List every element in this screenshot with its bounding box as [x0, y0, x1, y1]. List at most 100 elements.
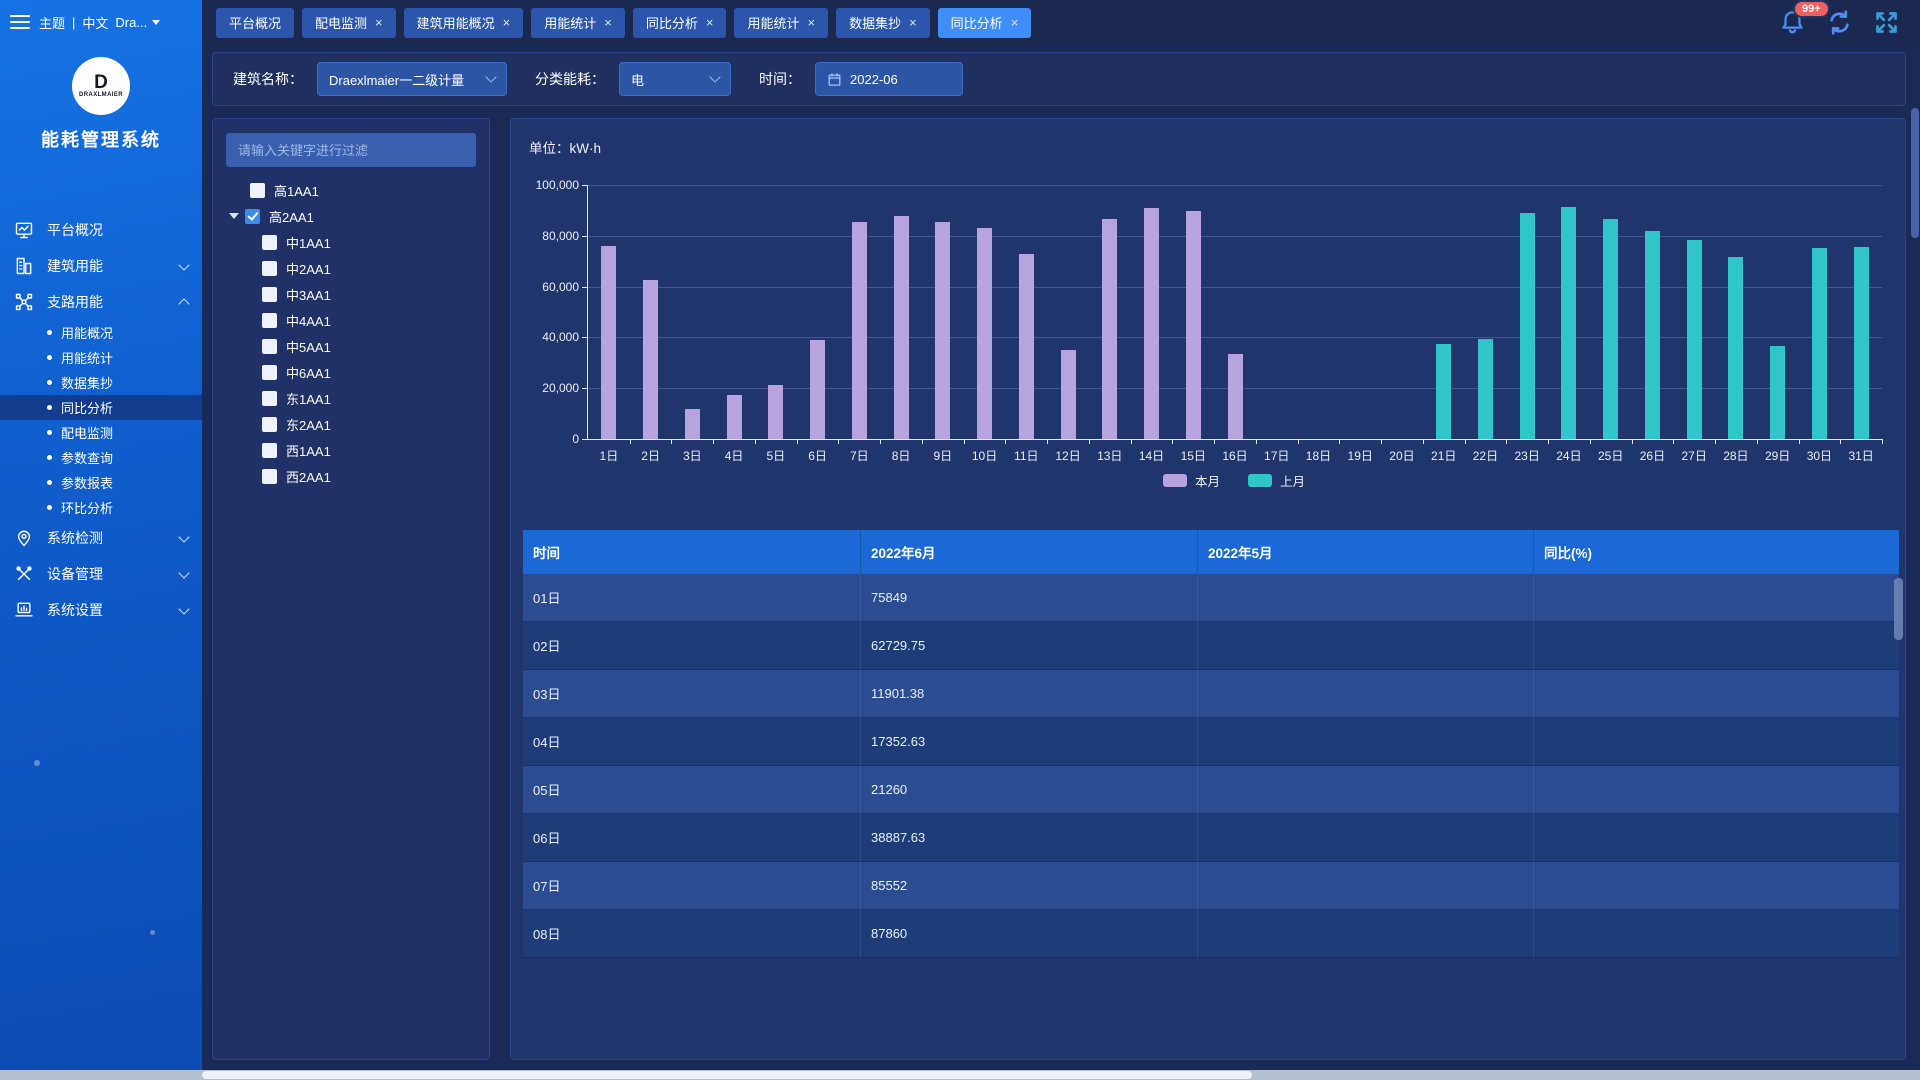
checkbox[interactable] [245, 209, 260, 224]
bar-本月-15日[interactable] [1186, 211, 1201, 439]
checkbox[interactable] [262, 391, 277, 406]
bar-上月-27日[interactable] [1687, 240, 1702, 439]
bar-本月-12日[interactable] [1061, 350, 1076, 439]
sidebar-subitem-环比分析[interactable]: 环比分析 [0, 495, 202, 520]
sidebar-item-支路用能[interactable]: 支路用能 [0, 284, 202, 320]
bar-本月-11日[interactable] [1019, 254, 1034, 439]
checkbox[interactable] [262, 443, 277, 458]
table-header-cell[interactable]: 2022年5月 [1198, 530, 1534, 574]
sidebar-item-系统检测[interactable]: 系统检测 [0, 520, 202, 556]
bar-本月-6日[interactable] [810, 340, 825, 439]
theme-link[interactable]: 主题 [39, 13, 65, 32]
sidebar-item-系统设置[interactable]: 系统设置 [0, 592, 202, 628]
table-header-cell[interactable]: 同比(%) [1534, 530, 1899, 574]
refresh-icon[interactable] [1826, 9, 1853, 36]
bar-上月-30日[interactable] [1812, 248, 1827, 439]
sidebar-subitem-数据集抄[interactable]: 数据集抄 [0, 370, 202, 395]
tab-item[interactable]: 用能统计× [734, 8, 828, 38]
bar-本月-2日[interactable] [643, 280, 658, 439]
date-picker[interactable]: 2022-06 [815, 62, 963, 96]
table-row[interactable]: 08日87860 [523, 910, 1899, 958]
sidebar-subitem-同比分析[interactable]: 同比分析 [0, 395, 202, 420]
bar-上月-21日[interactable] [1436, 344, 1451, 440]
close-icon[interactable]: × [375, 16, 383, 29]
hamburger-menu-icon[interactable] [10, 15, 30, 29]
table-row[interactable]: 04日17352.63 [523, 718, 1899, 766]
sidebar-subitem-用能统计[interactable]: 用能统计 [0, 345, 202, 370]
bar-本月-1日[interactable] [601, 246, 616, 439]
table-row[interactable]: 06日38887.63 [523, 814, 1899, 862]
tree-node-西1AA1[interactable]: 西1AA1 [213, 437, 489, 463]
tab-item[interactable]: 数据集抄× [836, 8, 930, 38]
table-header-cell[interactable]: 时间 [523, 530, 861, 574]
tree-filter-input[interactable] [226, 133, 476, 167]
sidebar-subitem-用能概况[interactable]: 用能概况 [0, 320, 202, 345]
tab-item[interactable]: 用能统计× [531, 8, 625, 38]
table-scrollbar[interactable] [1894, 578, 1903, 962]
bar-上月-28日[interactable] [1728, 257, 1743, 439]
sidebar-item-建筑用能[interactable]: 建筑用能 [0, 248, 202, 284]
bar-上月-24日[interactable] [1561, 207, 1576, 439]
sidebar-item-设备管理[interactable]: 设备管理 [0, 556, 202, 592]
sidebar-subitem-配电监测[interactable]: 配电监测 [0, 420, 202, 445]
category-select[interactable]: 电 [619, 62, 731, 96]
bar-本月-9日[interactable] [935, 222, 950, 439]
close-icon[interactable]: × [909, 16, 917, 29]
bar-上月-31日[interactable] [1854, 247, 1869, 439]
bar-本月-13日[interactable] [1102, 219, 1117, 439]
close-icon[interactable]: × [1011, 16, 1019, 29]
sidebar-subitem-参数查询[interactable]: 参数查询 [0, 445, 202, 470]
tab-item[interactable]: 建筑用能概况× [404, 8, 524, 38]
notification-bell[interactable]: 99+ [1779, 9, 1806, 36]
bar-本月-5日[interactable] [768, 385, 783, 439]
tab-item[interactable]: 平台概况 [216, 8, 294, 38]
bar-上月-26日[interactable] [1645, 231, 1660, 439]
table-header-cell[interactable]: 2022年6月 [861, 530, 1198, 574]
fullscreen-icon[interactable] [1873, 9, 1900, 36]
bar-上月-23日[interactable] [1520, 213, 1535, 439]
table-row[interactable]: 01日75849 [523, 574, 1899, 622]
tree-node-高2AA1[interactable]: 高2AA1 [213, 203, 489, 229]
bar-本月-7日[interactable] [852, 222, 867, 439]
checkbox[interactable] [262, 339, 277, 354]
tree-node-东2AA1[interactable]: 东2AA1 [213, 411, 489, 437]
bar-上月-25日[interactable] [1603, 219, 1618, 439]
close-icon[interactable]: × [604, 16, 612, 29]
checkbox[interactable] [262, 261, 277, 276]
tab-item[interactable]: 同比分析× [938, 8, 1032, 38]
tree-node-中3AA1[interactable]: 中3AA1 [213, 281, 489, 307]
checkbox[interactable] [262, 287, 277, 302]
legend-item-上月[interactable]: 上月 [1248, 471, 1305, 490]
checkbox[interactable] [262, 313, 277, 328]
sidebar-subitem-参数报表[interactable]: 参数报表 [0, 470, 202, 495]
tree-node-中1AA1[interactable]: 中1AA1 [213, 229, 489, 255]
tree-node-中5AA1[interactable]: 中5AA1 [213, 333, 489, 359]
checkbox[interactable] [262, 235, 277, 250]
tree-node-西2AA1[interactable]: 西2AA1 [213, 463, 489, 489]
checkbox[interactable] [262, 469, 277, 484]
bar-本月-16日[interactable] [1228, 354, 1243, 439]
checkbox[interactable] [262, 365, 277, 380]
close-icon[interactable]: × [706, 16, 714, 29]
bar-本月-8日[interactable] [894, 216, 909, 439]
user-menu[interactable]: Dra... [115, 15, 160, 30]
horizontal-scrollbar[interactable] [0, 1070, 1920, 1080]
bar-上月-22日[interactable] [1478, 339, 1493, 439]
legend-item-本月[interactable]: 本月 [1163, 471, 1220, 490]
table-row[interactable]: 03日11901.38 [523, 670, 1899, 718]
close-icon[interactable]: × [503, 16, 511, 29]
bar-本月-3日[interactable] [685, 409, 700, 439]
building-select[interactable]: Draexlmaier一二级计量 [317, 62, 507, 96]
tab-item[interactable]: 同比分析× [633, 8, 727, 38]
tree-node-高1AA1[interactable]: 高1AA1 [213, 177, 489, 203]
table-row[interactable]: 05日21260 [523, 766, 1899, 814]
vertical-scrollbar[interactable] [1911, 50, 1919, 1060]
tree-node-中4AA1[interactable]: 中4AA1 [213, 307, 489, 333]
bar-上月-29日[interactable] [1770, 346, 1785, 439]
caret-down-icon[interactable] [229, 213, 239, 219]
bar-本月-14日[interactable] [1144, 208, 1159, 439]
checkbox[interactable] [250, 183, 265, 198]
tree-node-中2AA1[interactable]: 中2AA1 [213, 255, 489, 281]
language-link[interactable]: 中文 [82, 13, 108, 32]
tab-item[interactable]: 配电监测× [302, 8, 396, 38]
